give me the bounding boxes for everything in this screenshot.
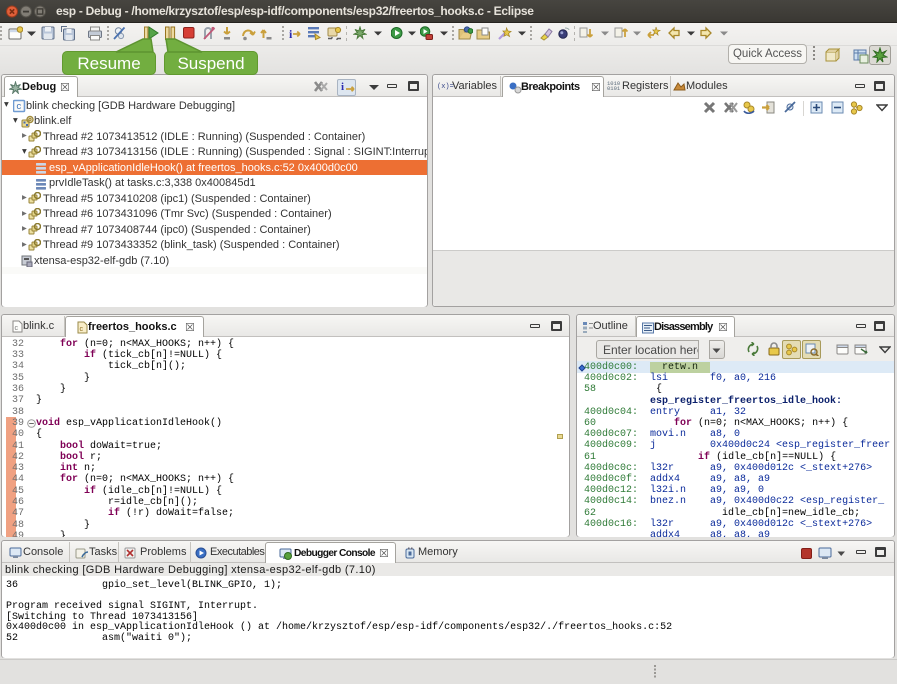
svg-text:c: c	[15, 325, 19, 332]
svg-text:c: c	[80, 326, 84, 333]
svg-text:i: i	[289, 27, 293, 41]
svg-text:c: c	[16, 102, 21, 112]
